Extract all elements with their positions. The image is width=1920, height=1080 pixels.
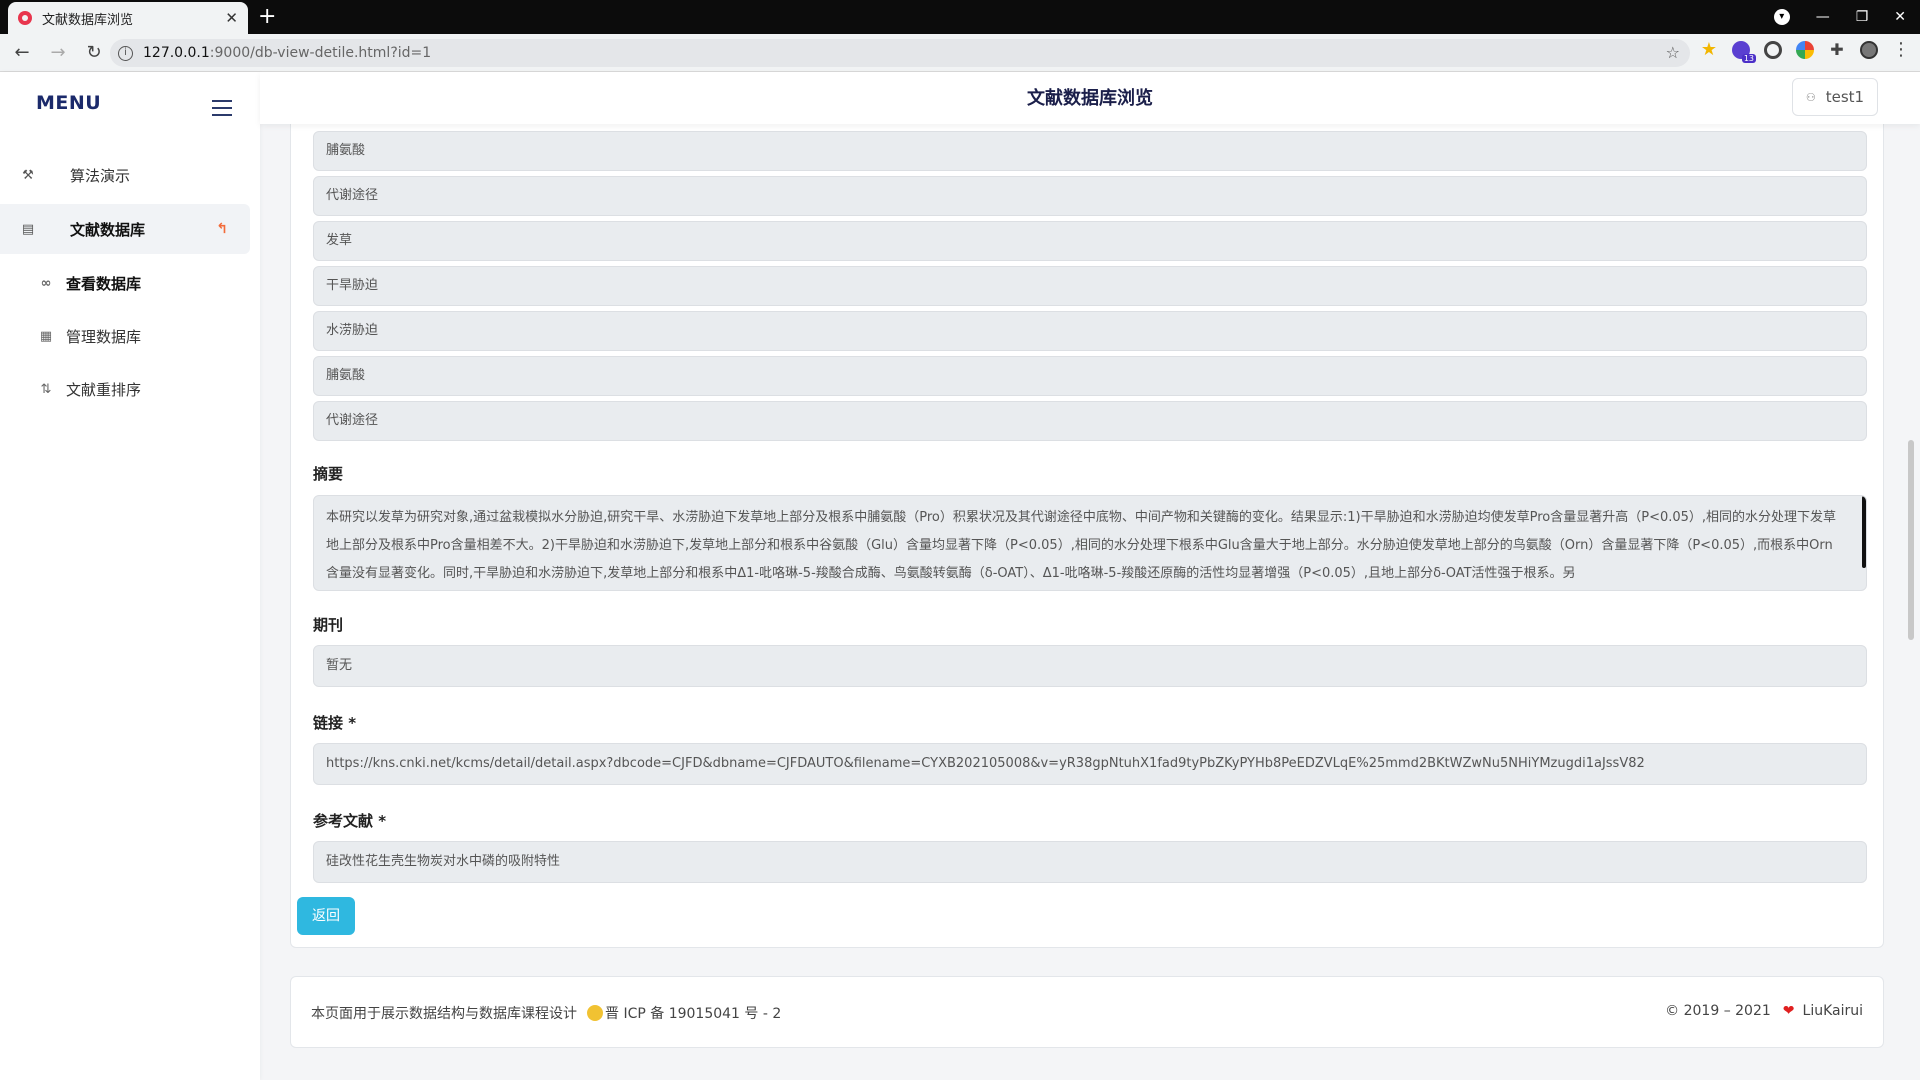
sidebar-item-algorithm-demo[interactable]: ⚒ 算法演示	[0, 150, 250, 200]
detail-card: 脯氨酸 代谢途径 发草 干旱胁迫 水涝胁迫 脯氨酸 代谢途径 摘要 本研究以发草…	[290, 124, 1884, 948]
sort-icon: ⇅	[40, 381, 52, 397]
forward-arrow-icon[interactable]: →	[44, 42, 72, 63]
new-tab-icon[interactable]: +	[258, 4, 276, 30]
journal-label: 期刊	[313, 616, 344, 634]
browser-menu-icon[interactable]: ⋮	[1892, 41, 1910, 59]
hamburger-menu-icon[interactable]	[212, 100, 232, 121]
close-tab-icon[interactable]: ✕	[225, 9, 238, 27]
download-icon[interactable]: ▾	[1773, 9, 1790, 25]
page-scrollbar[interactable]	[1908, 440, 1914, 640]
abstract-text: 本研究以发草为研究对象,通过盆栽模拟水分胁迫,研究干旱、水涝胁迫下发草地上部分及…	[326, 510, 1837, 581]
keyword-field: 代谢途径	[313, 401, 1867, 441]
link-label: 链接 *	[313, 714, 357, 732]
reference-field: 硅改性花生壳生物炭对水中磷的吸附特性	[313, 841, 1867, 883]
url-host: 127.0.0.1	[143, 45, 210, 61]
page-title: 文献数据库浏览	[1027, 88, 1153, 109]
extension-color-icon[interactable]	[1796, 41, 1814, 59]
police-badge-icon	[587, 1005, 603, 1021]
sidebar-item-literature-db[interactable]: ▤ 文献数据库 ↰	[0, 204, 250, 254]
abstract-field[interactable]: 本研究以发草为研究对象,通过盆栽模拟水分胁迫,研究干旱、水涝胁迫下发草地上部分及…	[313, 495, 1867, 591]
app: MENU ⚒ 算法演示 ▤ 文献数据库 ↰ ∞ 查看数据库 ▦ 管理数据库 ⇅ …	[0, 72, 1920, 1080]
extension-icons: ★ 13 ✚ ⋮	[1700, 41, 1910, 63]
extension-purple-icon[interactable]: 13	[1732, 41, 1756, 63]
main-content: 脯氨酸 代谢途径 发草 干旱胁迫 水涝胁迫 脯氨酸 代谢途径 摘要 本研究以发草…	[260, 124, 1920, 1080]
sidebar-subitem-label: 文献重排序	[66, 380, 142, 399]
username: test1	[1825, 88, 1865, 106]
profile-avatar-icon[interactable]	[1860, 41, 1878, 59]
heart-icon: ❤	[1782, 1003, 1795, 1019]
keyword-field: 水涝胁迫	[313, 311, 1867, 351]
user-menu-button[interactable]: ⚇ test1	[1792, 78, 1878, 116]
abstract-scrollbar[interactable]	[1862, 496, 1866, 568]
database-icon: ▦	[39, 328, 53, 344]
tab-title: 文献数据库浏览	[42, 12, 134, 28]
minimize-icon[interactable]: —	[1816, 9, 1830, 25]
reference-label: 参考文献 *	[313, 812, 387, 830]
keyword-field: 干旱胁迫	[313, 266, 1867, 306]
address-bar[interactable]: i 127.0.0.1:9000/db-view-detile.html?id=…	[110, 39, 1690, 67]
user-icon: ⚇	[1805, 90, 1816, 104]
footer-right: © 2019 – 2021 ❤ LiuKairui	[1665, 1003, 1863, 1019]
sidebar-subitem-manage-db[interactable]: ▦ 管理数据库	[38, 316, 141, 356]
site-info-icon[interactable]: i	[118, 45, 133, 61]
bookmarks-star-icon[interactable]: ★	[1700, 41, 1718, 59]
keyword-field: 发草	[313, 221, 1867, 261]
sidebar-subitem-rerank[interactable]: ⇅ 文献重排序	[38, 369, 141, 409]
collapse-arrow-icon: ↰	[216, 221, 228, 237]
glasses-icon: ∞	[40, 275, 52, 291]
keyword-field: 脯氨酸	[313, 131, 1867, 171]
keyword-field: 代谢途径	[313, 176, 1867, 216]
list-icon: ▤	[21, 221, 35, 237]
close-window-icon[interactable]: ✕	[1894, 9, 1906, 25]
author-link[interactable]: LiuKairui	[1803, 1003, 1863, 1019]
extensions-puzzle-icon[interactable]: ✚	[1828, 41, 1846, 59]
keyword-field: 脯氨酸	[313, 356, 1867, 396]
browser-tab[interactable]: 文献数据库浏览 ✕	[8, 2, 248, 34]
journal-field: 暂无	[313, 645, 1867, 687]
sidebar: MENU ⚒ 算法演示 ▤ 文献数据库 ↰ ∞ 查看数据库 ▦ 管理数据库 ⇅ …	[0, 72, 260, 1080]
top-header: 文献数据库浏览 ⚇ test1	[260, 72, 1920, 124]
sidebar-item-label: 文献数据库	[70, 220, 146, 239]
url-path: :9000/db-view-detile.html?id=1	[209, 45, 432, 61]
copyright-text: © 2019 – 2021	[1665, 1003, 1771, 1019]
sidebar-subitem-view-db[interactable]: ∞ 查看数据库	[38, 263, 141, 303]
sidebar-subitem-label: 查看数据库	[66, 274, 142, 293]
link-field: https://kns.cnki.net/kcms/detail/detail.…	[313, 743, 1867, 785]
extension-badge: 13	[1741, 54, 1756, 63]
reload-icon[interactable]: ↻	[80, 42, 108, 63]
browser-tabbar: 文献数据库浏览 ✕ + ▾ — ❐ ✕	[0, 0, 1920, 34]
page-footer: 本页面用于展示数据结构与数据库课程设计 晋 ICP 备 19015041 号 -…	[290, 976, 1884, 1048]
back-button[interactable]: 返回	[297, 897, 355, 935]
sidebar-subitem-label: 管理数据库	[66, 327, 142, 346]
extension-ring-icon[interactable]	[1764, 41, 1782, 59]
sidebar-item-label: 算法演示	[70, 166, 131, 185]
footer-description: 本页面用于展示数据结构与数据库课程设计	[311, 1006, 577, 1022]
footer-left: 本页面用于展示数据结构与数据库课程设计 晋 ICP 备 19015041 号 -…	[311, 1003, 781, 1023]
sidebar-brand: MENU	[36, 92, 102, 114]
maximize-icon[interactable]: ❐	[1856, 9, 1869, 25]
window-controls: ▾ — ❐ ✕	[1773, 0, 1920, 34]
back-arrow-icon[interactable]: ←	[8, 42, 36, 63]
bookmark-star-icon[interactable]: ☆	[1666, 43, 1680, 62]
tools-icon: ⚒	[22, 167, 34, 183]
icp-link[interactable]: 晋 ICP 备 19015041 号 - 2	[605, 1003, 781, 1023]
browser-toolbar: ← → ↻ i 127.0.0.1:9000/db-view-detile.ht…	[0, 34, 1920, 72]
site-favicon-icon	[18, 11, 32, 25]
abstract-label: 摘要	[313, 465, 344, 483]
